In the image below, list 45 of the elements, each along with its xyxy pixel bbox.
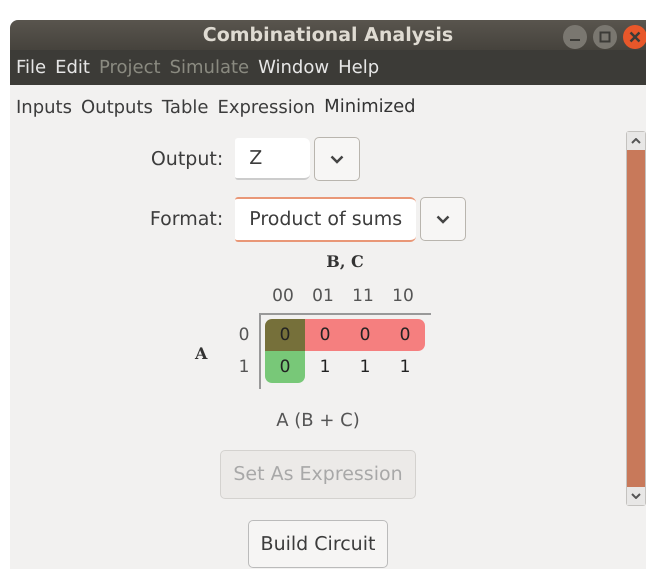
menu-item[interactable]: Window (258, 54, 330, 81)
tab[interactable]: Inputs (16, 94, 72, 121)
row-header: 0 (238, 324, 250, 347)
window-title: Combinational Analysis (202, 22, 454, 48)
scroll-up-button[interactable] (627, 132, 645, 150)
row-header: 1 (238, 356, 250, 379)
column-variables-label: B, C (325, 250, 365, 272)
tab[interactable]: Minimized (324, 91, 416, 121)
column-header: 01 (311, 284, 335, 308)
scroll-down-button[interactable] (627, 487, 645, 505)
maximize-icon[interactable] (592, 24, 618, 50)
format-label: Format: (150, 207, 224, 232)
highlighted-cell: 0 (265, 319, 305, 351)
cell-value: 1 (358, 356, 372, 379)
highlighted-cell: 0 (265, 351, 305, 383)
row-variable-label: A (195, 343, 209, 365)
highlighted-cell: 0 (345, 319, 385, 351)
column-header: 10 (391, 284, 415, 308)
output-label: Output: (150, 146, 224, 172)
menu-item[interactable]: Edit (55, 54, 90, 81)
format-combo-field[interactable]: Product of sums (235, 197, 416, 242)
scroll-thumb[interactable] (627, 150, 645, 487)
scrollbar[interactable] (626, 131, 646, 506)
menu-item[interactable]: File (16, 54, 46, 81)
caret-icon (436, 214, 450, 224)
down-caret-icon (631, 493, 641, 499)
cell-value: 1 (318, 356, 332, 379)
tab[interactable]: Outputs (81, 94, 153, 121)
tab[interactable]: Table (162, 94, 208, 121)
cell-value: 1 (398, 356, 412, 379)
output-combo-field[interactable]: Z (235, 138, 310, 180)
format-dropdown-button[interactable] (420, 197, 466, 242)
tab[interactable]: Expression (217, 94, 316, 121)
column-header: 00 (271, 284, 295, 308)
menu-item[interactable]: Help (338, 54, 380, 81)
action-button[interactable]: Build Circuit (248, 520, 388, 568)
minimize-icon[interactable] (562, 24, 588, 50)
column-header: 11 (351, 284, 375, 308)
highlighted-cell: 0 (385, 319, 425, 351)
output-dropdown-button[interactable] (314, 137, 360, 181)
up-caret-icon (631, 138, 641, 144)
expression-text: A (B + C) (276, 409, 360, 433)
caret-icon (330, 154, 344, 164)
highlighted-cell: 0 (305, 319, 345, 351)
close-icon[interactable] (622, 24, 646, 50)
